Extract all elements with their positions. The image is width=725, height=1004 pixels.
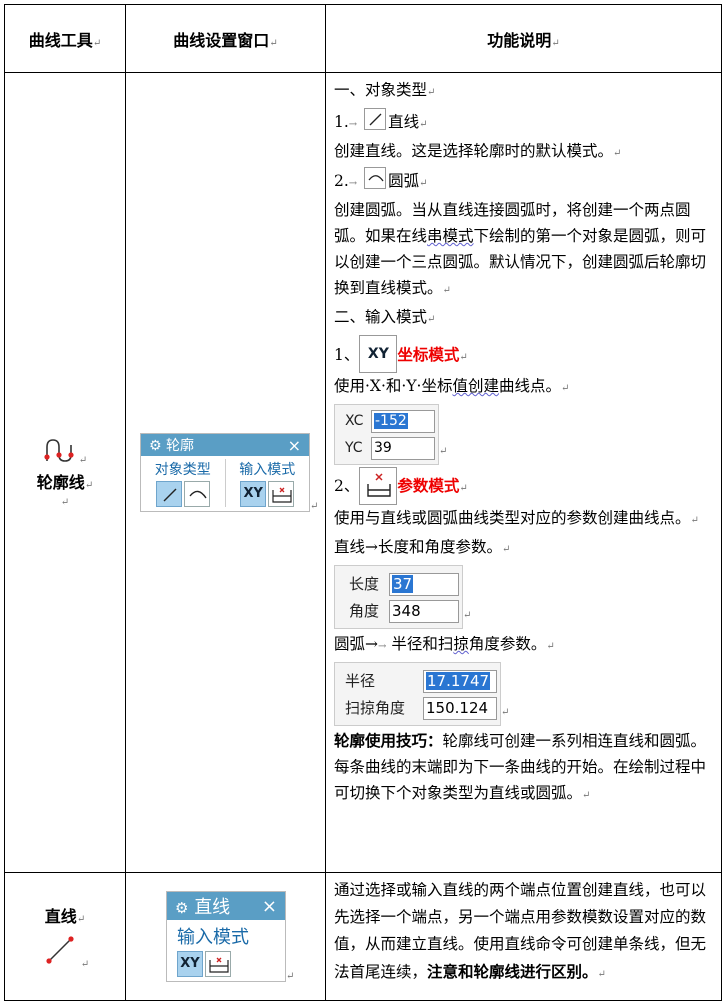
line-desc: 通过选择或输入直线的两个端点位置创建直线，也可以先选择一个端点，另一个端点用参数…	[334, 881, 707, 981]
close-icon[interactable]: ×	[288, 436, 301, 455]
contour-desc-cell: 一、对象类型↵ 1.→ 直线↵ 创建直线。这是选择轮廓时的默认模式。↵ 2.→ …	[325, 72, 722, 873]
angle-input[interactable]: 348	[389, 599, 459, 623]
contour-row: ↵ 轮廓线↵ ↵ ⚙ 轮廓 × 对象类型 输入模式 XY ↵ 一、对象类型↵ 1…	[4, 72, 722, 873]
contour-window-cell: ⚙ 轮廓 × 对象类型 输入模式 XY ↵	[125, 72, 326, 873]
yc-label: YC	[345, 440, 363, 456]
gear-icon[interactable]: ⚙	[149, 438, 162, 454]
xy-mode-button[interactable]: XY	[177, 951, 203, 977]
mode2-text: 使用与直线或圆弧曲线类型对应的参数创建曲线点。↵	[334, 509, 699, 527]
item1-text: 创建直线。这是选择轮廓时的默认模式。↵	[334, 142, 622, 160]
object-type-heading: 一、对象类型↵	[334, 81, 436, 99]
line-tool-cell: 直线↵ ↵	[4, 872, 126, 1001]
xc-input[interactable]: -152	[371, 409, 435, 433]
arc-icon	[189, 490, 207, 499]
param-mode-button	[359, 467, 398, 505]
param-mode-title: 参数模式	[397, 476, 460, 495]
line-panel: ⚙ 直线 × 输入模式 XY	[166, 891, 286, 982]
input-mode-heading: 二、输入模式↵	[334, 308, 436, 326]
parameter-icon	[209, 957, 229, 973]
param-mode-button[interactable]	[268, 481, 295, 507]
close-icon[interactable]: ×	[262, 896, 277, 917]
param-mode-button[interactable]	[205, 951, 231, 977]
line-tool-icon	[46, 935, 74, 964]
length-label: 长度	[349, 575, 380, 593]
function-table: 曲线工具↵ 曲线设置窗口↵ 功能说明↵ ↵ 轮廓线↵ ↵ ⚙ 轮廓 × 对象类型…	[4, 4, 722, 1001]
line-param-box: 长度 37 角度 348	[334, 565, 463, 629]
parameter-icon	[367, 473, 392, 497]
arc-icon	[364, 167, 387, 189]
arc-param-text: 圆弧→→ 半径和扫掠角度参数。↵	[334, 635, 555, 653]
xy-mode-button[interactable]: XY	[240, 481, 267, 507]
line-icon	[163, 488, 177, 502]
header-desc: 功能说明↵	[325, 4, 722, 73]
line-panel-header: ⚙ 直线 ×	[167, 892, 285, 920]
line-icon	[364, 108, 387, 130]
line-param-text: 直线→长度和角度参数。↵	[334, 538, 511, 556]
line-row: 直线↵ ↵ ⚙ 直线 × 输入模式 XY ↵ 通过选择或输入直线的两个端点位置创…	[4, 872, 722, 1001]
line-type-button[interactable]	[155, 481, 182, 507]
contour-tool-label: 轮廓线	[36, 473, 85, 492]
xy-field-box: XC -152 YC 39	[334, 404, 439, 465]
item1-name: 直线	[388, 113, 420, 131]
sweep-angle-input[interactable]: 150.124	[423, 696, 497, 720]
length-input[interactable]: 37	[389, 572, 459, 596]
contour-panel-header: ⚙ 轮廓 ×	[141, 434, 309, 456]
line-window-cell: ⚙ 直线 × 输入模式 XY ↵	[125, 872, 326, 1001]
arc-param-box: 半径 17.1747 扫掠角度 150.124	[334, 662, 501, 726]
radius-input[interactable]: 17.1747	[423, 669, 497, 693]
header-row: 曲线工具↵ 曲线设置窗口↵ 功能说明↵	[4, 4, 722, 73]
contour-tip: 轮廓使用技巧：轮廓线可创建一系列相连直线和圆弧。每条曲线的末端即为下一条曲线的开…	[334, 731, 707, 802]
input-mode-label: 输入模式	[239, 462, 296, 478]
contour-icon	[43, 437, 79, 463]
parameter-icon	[272, 487, 292, 503]
item2-name: 圆弧	[388, 172, 420, 190]
gear-icon[interactable]: ⚙	[175, 899, 188, 917]
line-panel-title: 直线	[194, 897, 231, 918]
item2-text: 创建圆弧。当从直线连接圆弧时，将创建一个两点圆弧。如果在线串模式下绘制的第一个对…	[334, 201, 707, 297]
contour-panel-title: 轮廓	[166, 438, 195, 454]
header-tool: 曲线工具↵	[4, 4, 126, 73]
line-desc-cell: 通过选择或输入直线的两个端点位置创建直线，也可以先选择一个端点，另一个端点用参数…	[325, 872, 722, 1001]
xy-mode-button: XY	[359, 335, 398, 373]
contour-tool-cell: ↵ 轮廓线↵ ↵	[4, 72, 126, 873]
sweep-angle-label: 扫掠角度	[345, 699, 406, 717]
angle-label: 角度	[349, 602, 380, 620]
radius-label: 半径	[345, 672, 376, 690]
line-input-mode-label: 输入模式	[177, 927, 249, 948]
contour-panel: ⚙ 轮廓 × 对象类型 输入模式 XY	[140, 433, 310, 512]
header-window: 曲线设置窗口↵	[125, 4, 326, 73]
arc-type-button[interactable]	[183, 481, 210, 507]
mode1-text: 使用·X·和·Y·坐标值创建曲线点。↵	[334, 377, 570, 395]
object-type-label: 对象类型	[154, 462, 211, 478]
xc-label: XC	[345, 413, 364, 429]
coordinate-mode-title: 坐标模式	[397, 345, 460, 364]
line-tool-label: 直线	[44, 906, 77, 926]
yc-input[interactable]: 39	[371, 436, 435, 460]
